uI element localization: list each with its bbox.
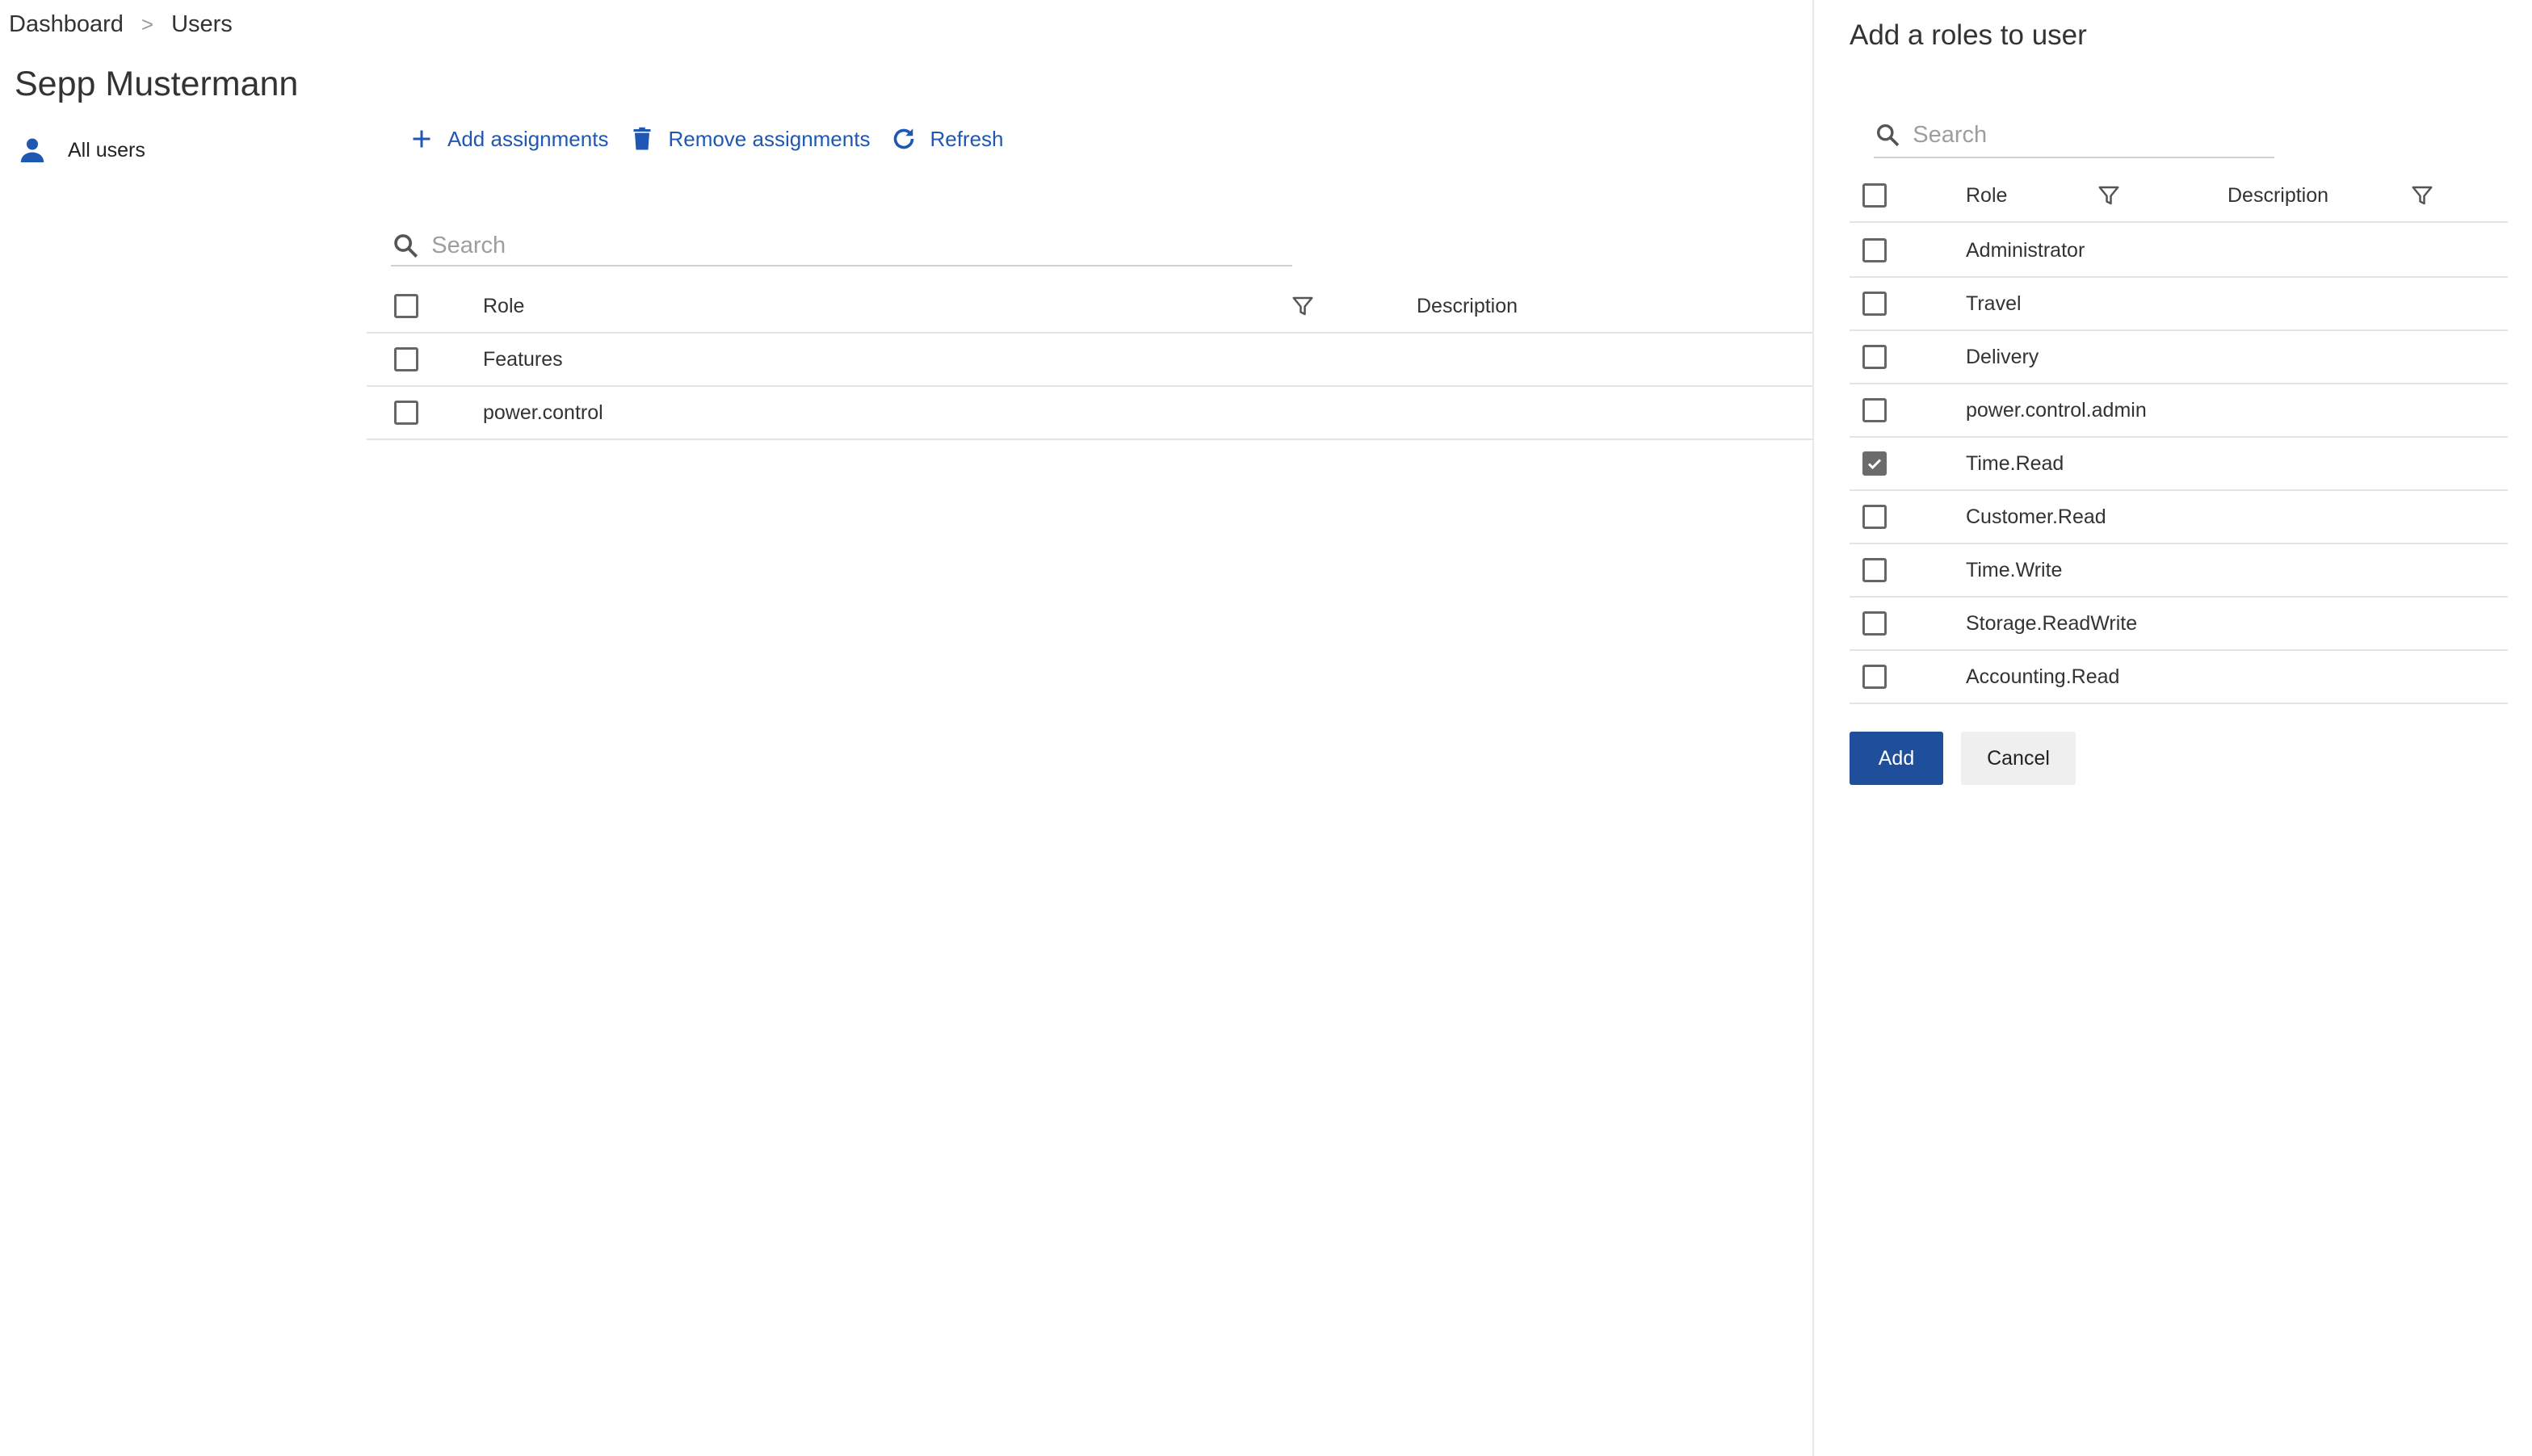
main-table-header: Role Description (367, 280, 1812, 334)
trash-icon (633, 127, 651, 150)
table-row[interactable]: power.control (367, 387, 1812, 440)
role-cell: Delivery (1966, 345, 2039, 368)
check-icon (1867, 459, 1882, 470)
role-cell: Customer.Read (1966, 505, 2106, 528)
plus-icon (413, 130, 430, 148)
table-row[interactable]: Storage.ReadWrite (1850, 598, 2508, 651)
add-roles-panel: Add a roles to user Role Description Adm… (1812, 0, 2532, 1456)
table-row[interactable]: Features (367, 334, 1812, 387)
search-icon (1877, 124, 1900, 147)
refresh-button[interactable]: Refresh (889, 124, 1004, 153)
breadcrumb-separator: > (141, 12, 154, 36)
app-root: Dashboard > Users Sepp Mustermann All us… (0, 0, 2532, 1456)
row-checkbox-checked[interactable] (1862, 451, 1887, 476)
role-cell: Travel (1966, 292, 2022, 315)
filter-icon[interactable] (2410, 183, 2434, 208)
role-cell: Administrator (1966, 238, 2085, 262)
role-cell: Accounting.Read (1966, 665, 2120, 688)
add-button[interactable]: Add (1850, 732, 1943, 785)
filter-icon[interactable] (1291, 294, 1315, 318)
refresh-icon (894, 128, 914, 149)
column-header-description[interactable]: Description (2228, 184, 2328, 208)
breadcrumb: Dashboard > Users (9, 11, 233, 38)
select-all-checkbox[interactable] (394, 294, 418, 318)
column-header-role[interactable]: Role (1966, 184, 2007, 208)
cancel-button[interactable]: Cancel (1961, 732, 2076, 785)
role-cell: power.control.admin (1966, 398, 2147, 422)
panel-search-input[interactable] (1913, 121, 2274, 149)
person-icon (20, 138, 44, 162)
breadcrumb-users[interactable]: Users (171, 11, 233, 38)
role-cell: Time.Read (1966, 451, 2064, 475)
panel-search (1874, 113, 2274, 158)
row-checkbox[interactable] (1862, 345, 1887, 369)
column-header-description[interactable]: Description (1417, 295, 1518, 318)
row-checkbox[interactable] (1862, 558, 1887, 582)
table-row[interactable]: Customer.Read (1850, 491, 2508, 544)
table-row[interactable]: Time.Read (1850, 438, 2508, 491)
row-checkbox[interactable] (1862, 665, 1887, 689)
row-checkbox[interactable] (1862, 398, 1887, 422)
table-row[interactable]: Travel (1850, 278, 2508, 331)
breadcrumb-dashboard[interactable]: Dashboard (9, 11, 124, 38)
table-row[interactable]: Delivery (1850, 331, 2508, 384)
table-row[interactable]: Administrator (1850, 224, 2508, 278)
main-search (391, 226, 1292, 266)
panel-title: Add a roles to user (1850, 19, 2087, 51)
row-checkbox[interactable] (1862, 505, 1887, 529)
row-checkbox[interactable] (394, 401, 418, 425)
row-checkbox[interactable] (394, 347, 418, 371)
table-row[interactable]: power.control.admin (1850, 384, 2508, 438)
select-all-checkbox[interactable] (1862, 183, 1887, 208)
table-row[interactable]: Accounting.Read (1850, 651, 2508, 704)
table-row[interactable]: Time.Write (1850, 544, 2508, 598)
toolbar: Add assignments Remove assignments Refre… (407, 124, 1023, 153)
row-checkbox[interactable] (1862, 238, 1887, 262)
role-cell: Time.Write (1966, 558, 2063, 581)
remove-assignments-button[interactable]: Remove assignments (628, 124, 870, 153)
nav-item-all-users[interactable]: All users (16, 134, 145, 166)
role-cell: Storage.ReadWrite (1966, 611, 2138, 635)
add-assignments-button[interactable]: Add assignments (407, 124, 608, 153)
role-cell: Features (483, 347, 563, 371)
column-header-role[interactable]: Role (483, 295, 524, 318)
refresh-label: Refresh (930, 126, 1004, 151)
role-cell: power.control (483, 401, 603, 424)
panel-table-header: Role Description (1850, 170, 2508, 223)
remove-assignments-label: Remove assignments (668, 126, 871, 151)
add-assignments-label: Add assignments (447, 126, 609, 151)
page-title: Sepp Mustermann (15, 65, 299, 103)
main-search-input[interactable] (431, 232, 1292, 259)
nav-item-label: All users (68, 138, 145, 162)
row-checkbox[interactable] (1862, 611, 1887, 636)
row-checkbox[interactable] (1862, 292, 1887, 316)
search-icon (394, 234, 418, 258)
filter-icon[interactable] (2097, 183, 2121, 208)
